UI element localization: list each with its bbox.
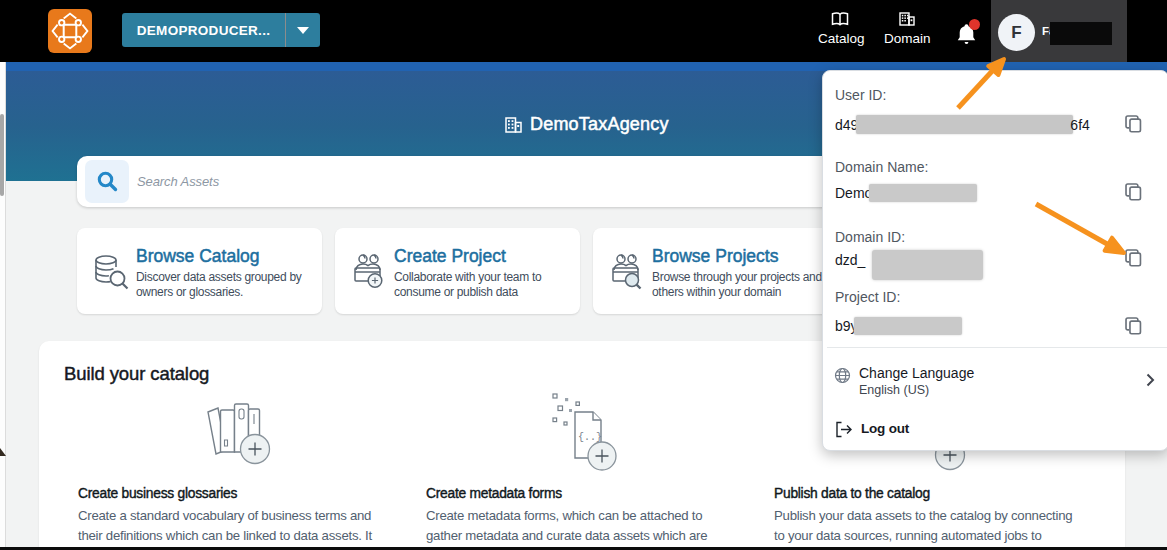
svg-text:{..}: {..} xyxy=(578,432,602,443)
